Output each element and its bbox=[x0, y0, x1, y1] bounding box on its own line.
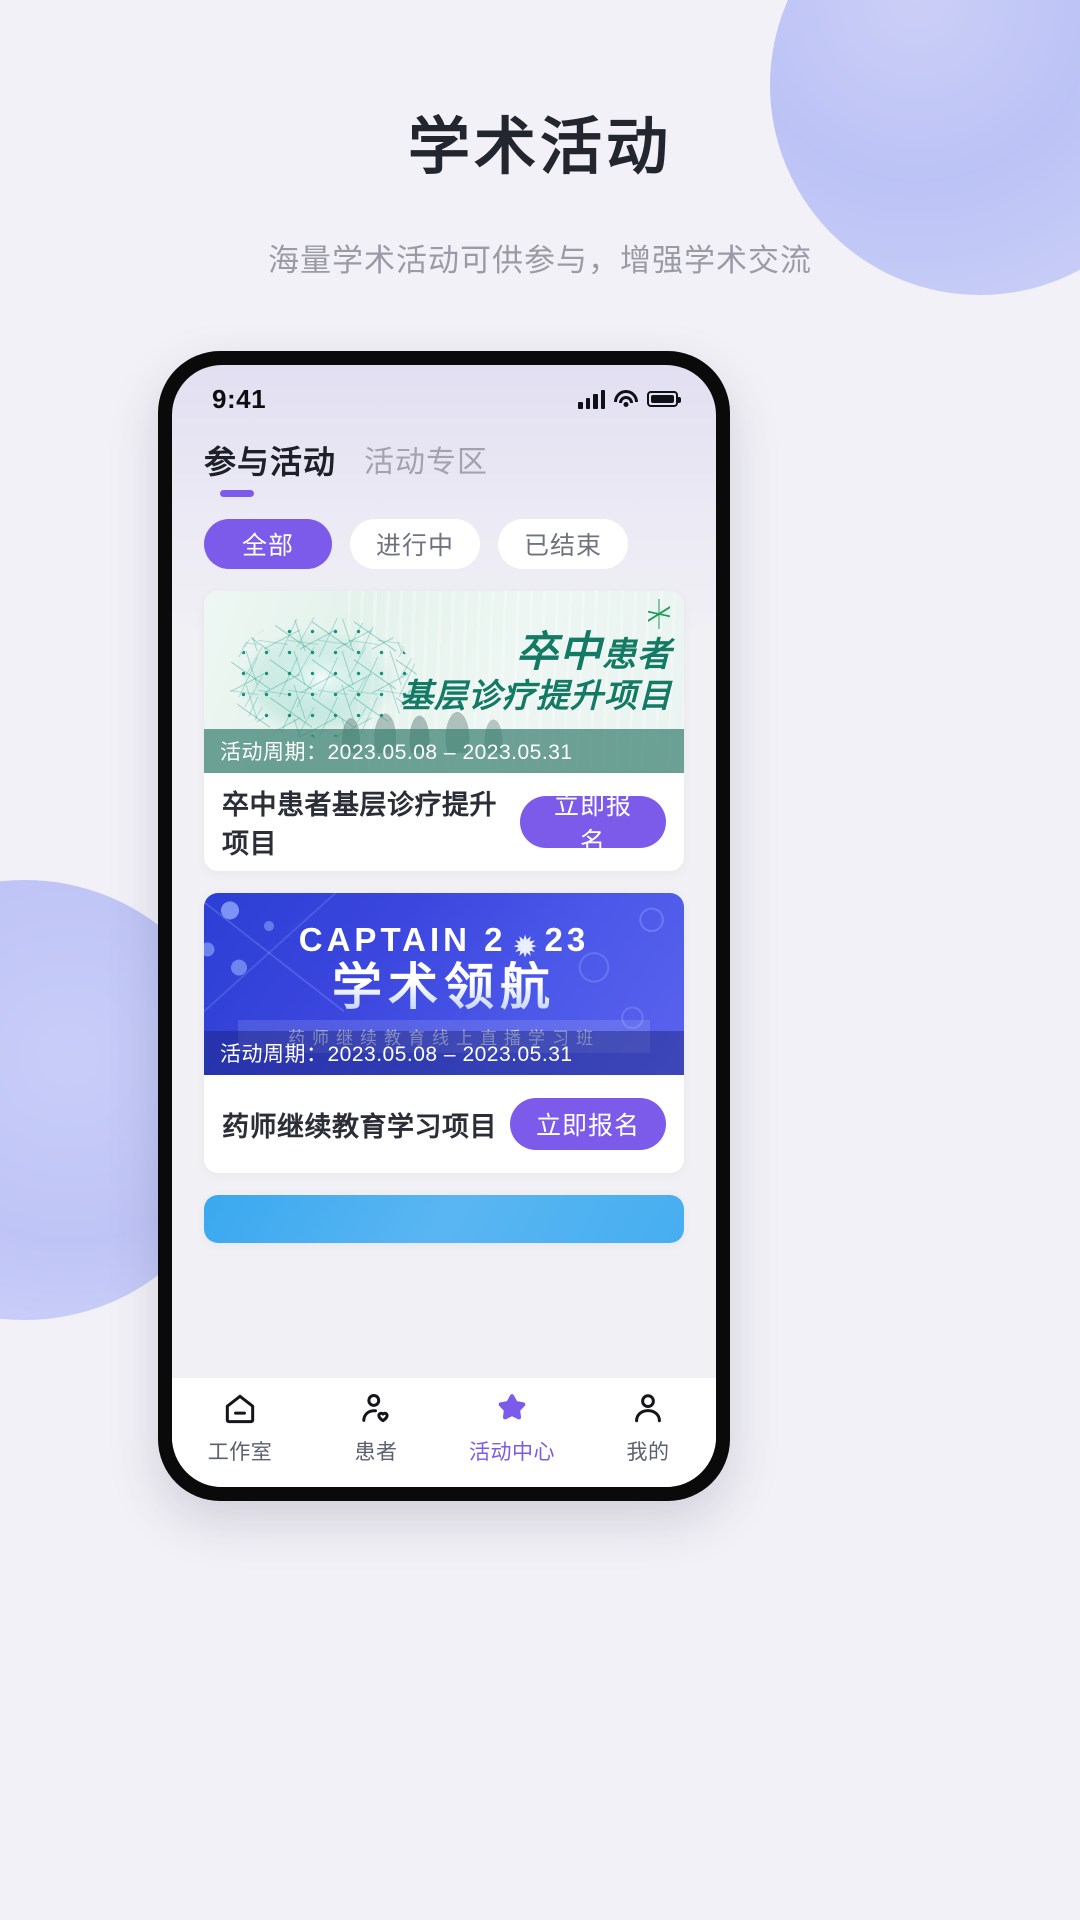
card-footer: 卒中患者基层诊疗提升项目 立即报名 bbox=[204, 773, 684, 871]
activity-period: 活动周期：2023.05.08 – 2023.05.31 bbox=[204, 1031, 684, 1075]
hero-section: 学术活动 海量学术活动可供参与，增强学术交流 bbox=[0, 0, 1080, 280]
activity-title: 卒中患者基层诊疗提升项目 bbox=[222, 790, 497, 859]
compass-star-icon bbox=[513, 927, 539, 953]
banner-headline-main: 卒中 bbox=[515, 628, 602, 675]
battery-full-icon bbox=[647, 391, 681, 407]
tab-label: 活动专区 bbox=[364, 446, 489, 479]
chip-ended[interactable]: 已结束 bbox=[498, 519, 629, 569]
banner-headline-year-suffix: 23 bbox=[544, 921, 590, 958]
nav-item-workspace[interactable]: 工作室 bbox=[172, 1390, 308, 1466]
tab-activity-zone[interactable]: 活动专区 bbox=[364, 437, 488, 495]
signup-button[interactable]: 立即报名 bbox=[509, 1098, 666, 1150]
status-bar: 9:41 bbox=[172, 365, 716, 427]
top-tab-bar: 参与活动 活动专区 bbox=[172, 427, 716, 497]
activity-title: 药师继续教育学习项目 bbox=[222, 1111, 497, 1142]
nav-label: 患者 bbox=[354, 1441, 398, 1464]
activity-period: 活动周期：2023.05.08 – 2023.05.31 bbox=[204, 729, 684, 773]
card-banner-image: 卒中患者 基层诊疗提升项目 活动周期：2023.05.08 – 2023.05.… bbox=[204, 591, 684, 773]
wifi-icon bbox=[614, 390, 638, 408]
banner-headline-main: CAPTAIN 2 bbox=[298, 921, 507, 958]
tab-label: 参与活动 bbox=[204, 444, 337, 480]
patient-heart-icon bbox=[357, 1390, 395, 1428]
home-icon bbox=[221, 1390, 259, 1428]
banner-headline: 卒中患者 基层诊疗提升项目 bbox=[400, 631, 672, 715]
filter-chip-row: 全部 进行中 已结束 bbox=[172, 497, 716, 569]
status-bar-icons bbox=[578, 389, 681, 409]
status-bar-time: 9:41 bbox=[212, 383, 267, 414]
nav-item-patients[interactable]: 患者 bbox=[308, 1390, 444, 1466]
bottom-nav-bar: 工作室 患者 活动中心 我的 bbox=[172, 1377, 716, 1487]
card-banner-image bbox=[204, 1195, 684, 1243]
activity-card[interactable]: 卒中患者 基层诊疗提升项目 活动周期：2023.05.08 – 2023.05.… bbox=[204, 591, 684, 871]
phone-screen: 9:41 参与活动 活动专区 全部 进行中 已结束 卒中患者 基层诊疗提升项目 … bbox=[172, 365, 716, 1487]
activity-card-partial[interactable] bbox=[204, 1195, 684, 1243]
activity-list[interactable]: 卒中患者 基层诊疗提升项目 活动周期：2023.05.08 – 2023.05.… bbox=[172, 569, 716, 1377]
nav-label: 活动中心 bbox=[469, 1441, 555, 1464]
person-icon bbox=[629, 1390, 667, 1428]
phone-mockup: 9:41 参与活动 活动专区 全部 进行中 已结束 卒中患者 基层诊疗提升项目 … bbox=[158, 351, 730, 1501]
page-title: 学术活动 bbox=[407, 113, 672, 182]
banner-headline-sub: 患者 bbox=[602, 636, 672, 674]
chip-ongoing[interactable]: 进行中 bbox=[350, 519, 481, 569]
page-subtitle: 海量学术活动可供参与，增强学术交流 bbox=[268, 243, 812, 279]
cellular-signal-icon bbox=[578, 389, 605, 409]
tab-joined-activities[interactable]: 参与活动 bbox=[204, 437, 336, 497]
chip-all[interactable]: 全部 bbox=[204, 519, 332, 569]
nav-item-activity-center[interactable]: 活动中心 bbox=[444, 1390, 580, 1466]
activity-card[interactable]: CAPTAIN 2 23 学术领航 药师继续教育线上直播学习班 活动周期：202… bbox=[204, 893, 684, 1173]
nav-item-mine[interactable]: 我的 bbox=[580, 1390, 716, 1466]
leaf-logo-icon bbox=[648, 599, 670, 629]
page-root: 学术活动 海量学术活动可供参与，增强学术交流 9:41 参与活动 活动专区 全部… bbox=[0, 0, 1080, 1920]
nav-label: 我的 bbox=[626, 1441, 670, 1464]
nav-label: 工作室 bbox=[207, 1441, 273, 1464]
banner-headline-line2: 学术领航 bbox=[204, 961, 684, 1014]
card-footer: 药师继续教育学习项目 立即报名 bbox=[204, 1075, 684, 1173]
signup-button[interactable]: 立即报名 bbox=[520, 792, 666, 856]
banner-headline-line2: 基层诊疗提升项目 bbox=[400, 677, 672, 714]
card-banner-image: CAPTAIN 2 23 学术领航 药师继续教育线上直播学习班 活动周期：202… bbox=[204, 893, 684, 1075]
star-icon bbox=[493, 1390, 531, 1428]
